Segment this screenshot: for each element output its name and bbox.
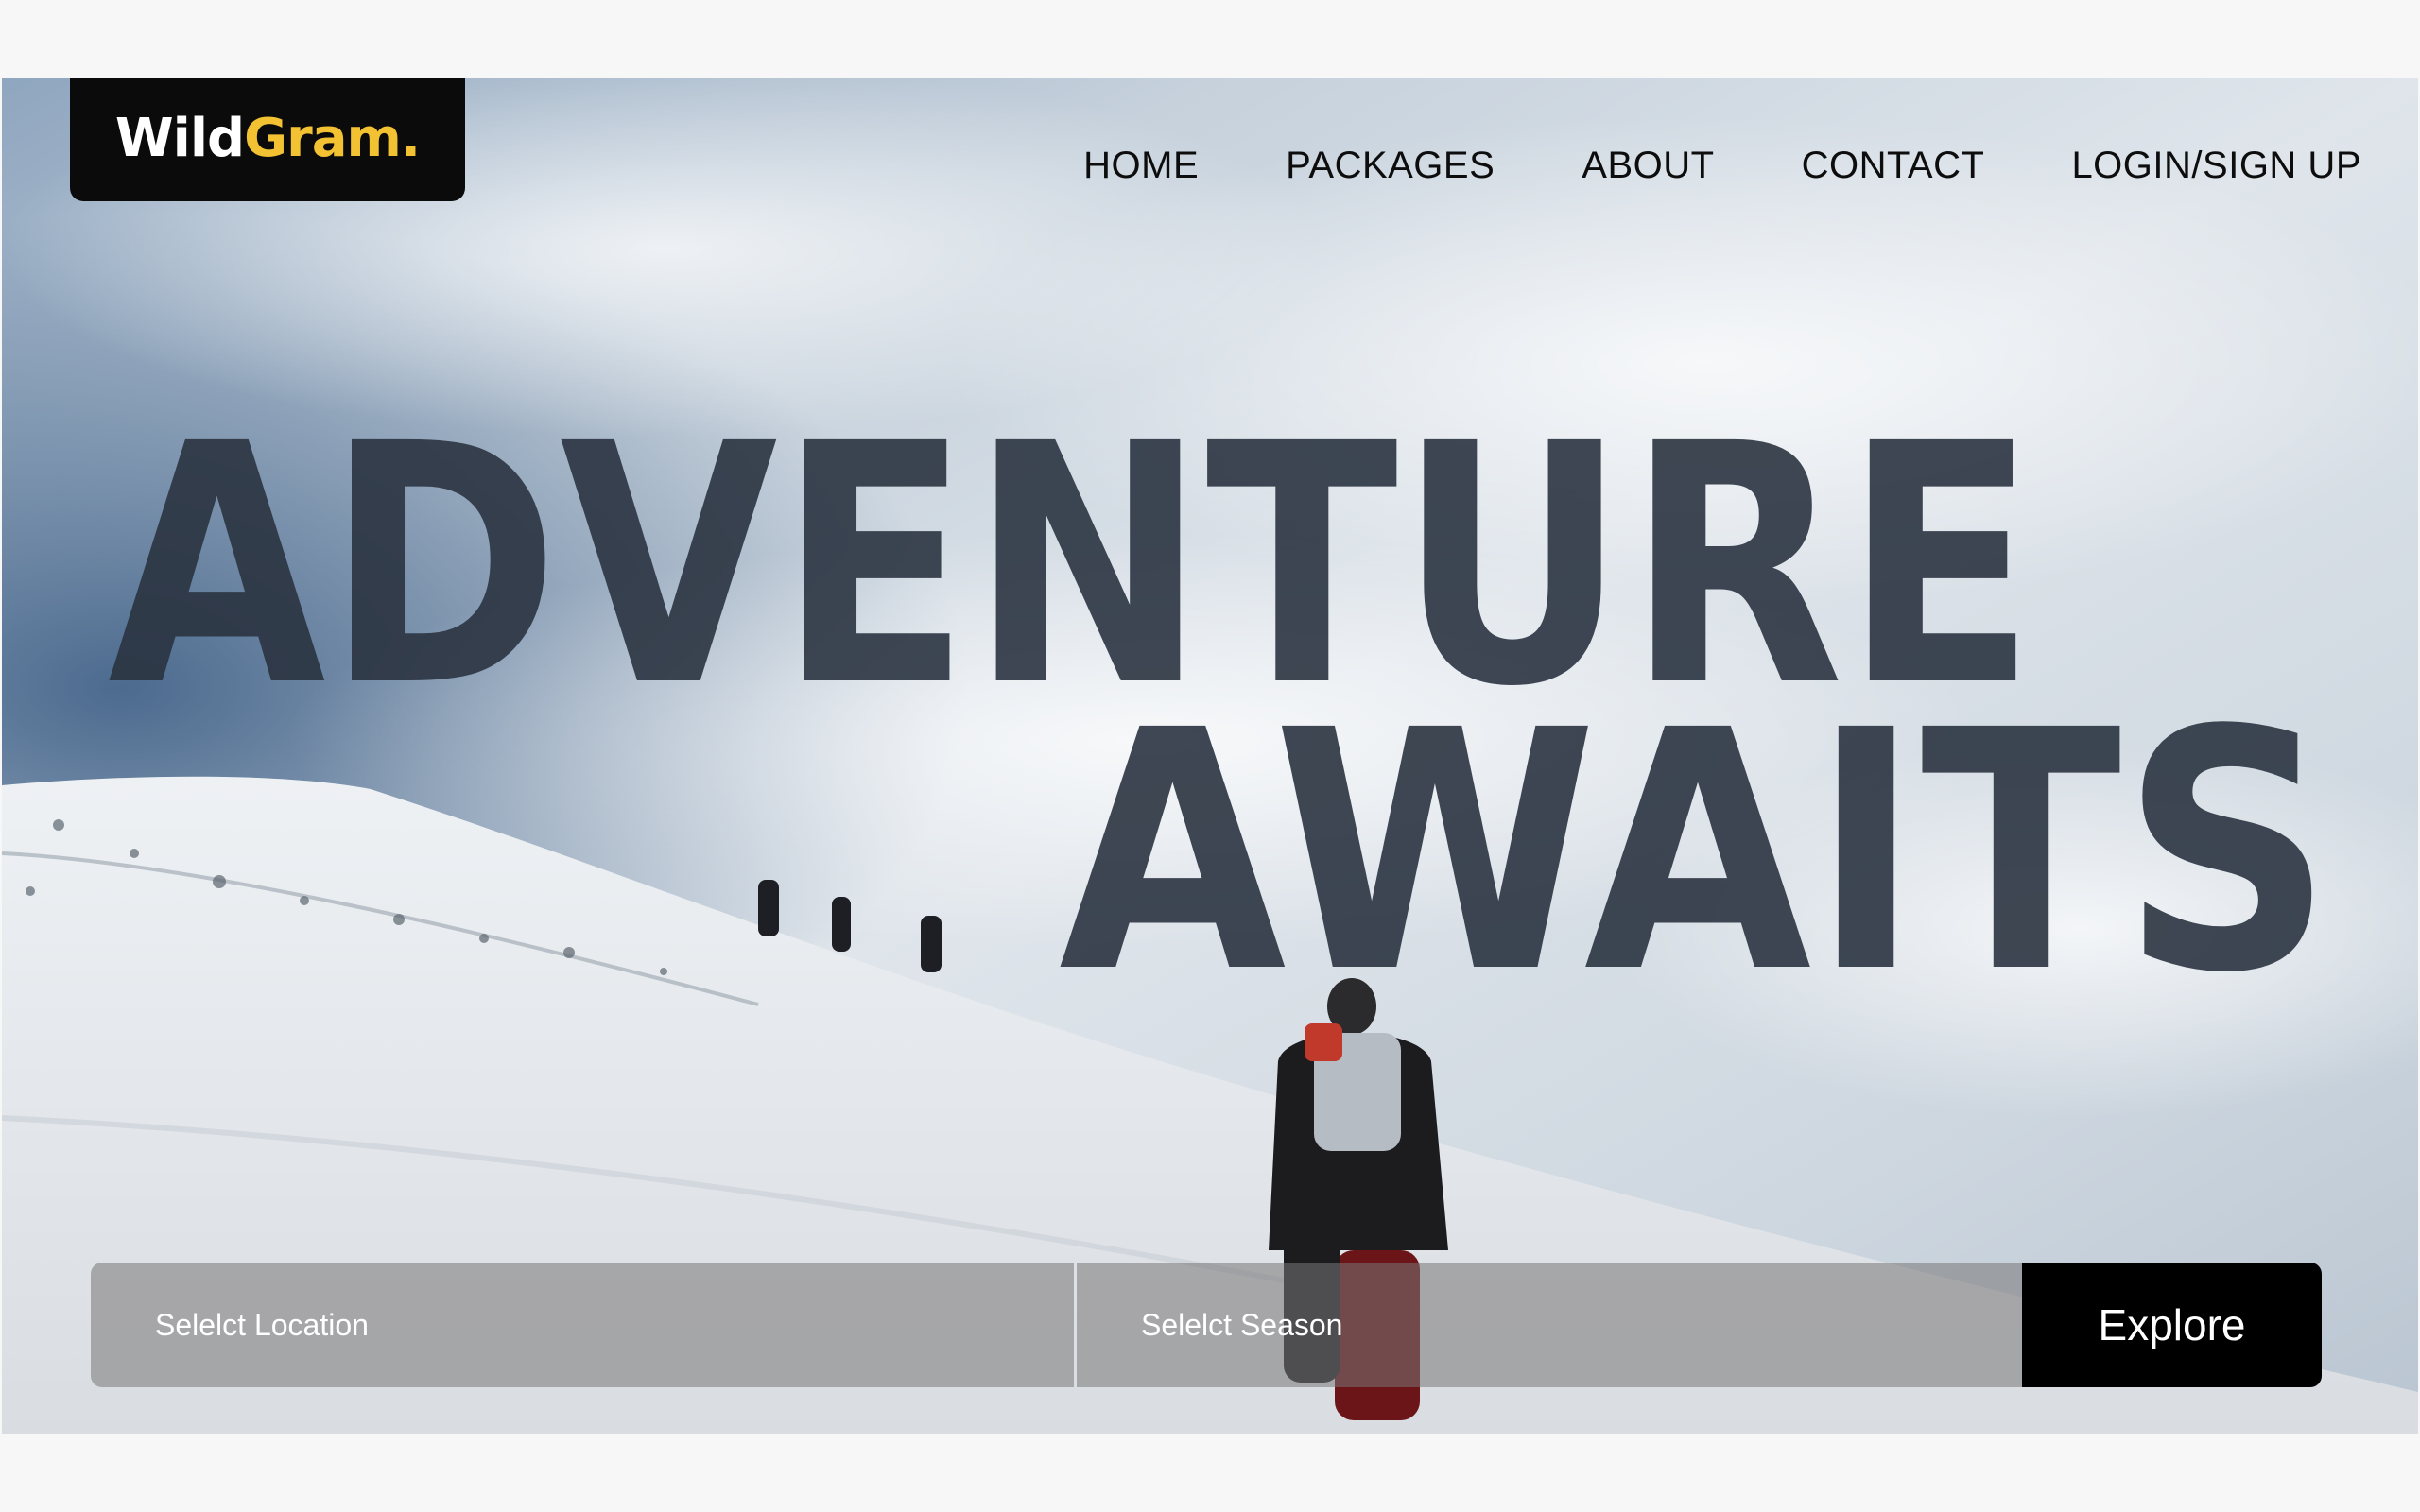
hero-background-image (2, 78, 2418, 1434)
explore-button[interactable]: Explore (2022, 1263, 2322, 1387)
main-nav: HOME PACKAGES ABOUT CONTACT LOGIN/SIGN U… (1083, 145, 2361, 187)
wildgram-logo[interactable]: Wild Gram. (70, 78, 465, 201)
nav-packages[interactable]: PACKAGES (1286, 145, 1495, 187)
season-input[interactable] (1139, 1306, 2022, 1344)
logo-text-wild: Wild (114, 107, 245, 169)
nav-login-signup[interactable]: LOGIN/SIGN UP (2071, 145, 2361, 187)
nav-home[interactable]: HOME (1083, 145, 1199, 187)
location-input[interactable] (153, 1306, 1074, 1344)
nav-contact[interactable]: CONTACT (1802, 145, 1985, 187)
nav-about[interactable]: ABOUT (1582, 145, 1714, 187)
location-select[interactable] (91, 1263, 1074, 1387)
logo-text-gram: Gram. (244, 107, 421, 169)
search-bar: Explore (91, 1263, 2322, 1387)
season-select[interactable] (1077, 1263, 2022, 1387)
hero-section: Wild Gram. HOME PACKAGES ABOUT CONTACT LO… (2, 78, 2418, 1434)
